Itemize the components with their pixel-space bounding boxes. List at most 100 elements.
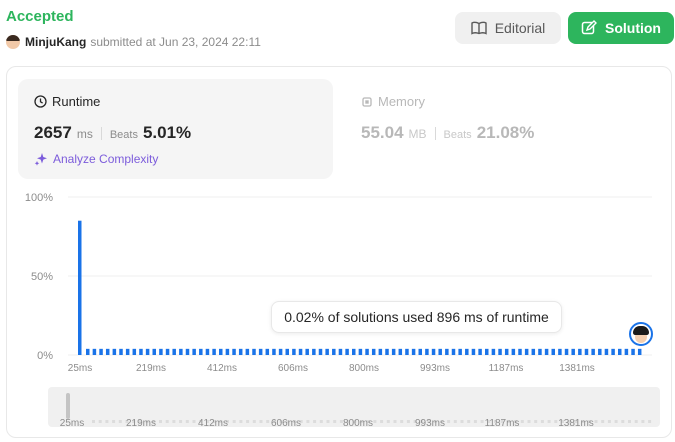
submission-status: Accepted <box>6 8 74 25</box>
navigator-mini-bar <box>480 420 484 423</box>
navigator-mini-bar <box>92 420 95 423</box>
navigator-label: 1187ms <box>485 418 520 429</box>
bar <box>192 348 196 355</box>
bar <box>531 348 536 355</box>
editorial-label: Editorial <box>494 20 546 36</box>
solution-label: Solution <box>605 20 661 36</box>
username-link[interactable]: MinjuKang <box>25 35 86 49</box>
bar <box>252 348 256 355</box>
bar <box>86 348 90 355</box>
bar <box>637 348 642 355</box>
x-tick-label: 993ms <box>420 363 450 374</box>
memory-title-text: Memory <box>378 94 425 109</box>
navigator-mini-bar <box>621 420 625 423</box>
bar <box>398 348 403 355</box>
navigator-mini-bar <box>648 420 652 423</box>
navigator-mini-bar <box>326 420 330 423</box>
bar <box>238 348 243 355</box>
sparkle-icon <box>34 153 47 166</box>
bar <box>338 348 343 355</box>
bar <box>418 348 422 355</box>
bar <box>385 348 389 355</box>
bar <box>538 348 542 355</box>
bar <box>524 348 529 355</box>
navigator-label: 606ms <box>271 418 301 429</box>
memory-tab[interactable]: Memory <box>361 94 425 109</box>
bar <box>305 348 309 355</box>
navigator-handle[interactable] <box>66 393 70 419</box>
bar <box>145 348 150 355</box>
navigator-mini-bar <box>453 420 457 423</box>
analyze-complexity-link[interactable]: Analyze Complexity <box>34 152 158 166</box>
edit-icon <box>581 20 597 35</box>
navigator-mini-bar <box>554 420 558 423</box>
bar <box>92 348 97 355</box>
bar <box>571 348 575 355</box>
navigator-label: 1381ms <box>558 418 594 429</box>
editorial-button[interactable]: Editorial <box>455 12 561 44</box>
navigator-mini-bar <box>373 420 377 423</box>
bar <box>258 348 263 355</box>
bar <box>159 348 163 355</box>
bar <box>312 348 316 355</box>
memory-metric: 55.04 MB Beats 21.08% <box>361 123 534 143</box>
runtime-distribution-chart[interactable]: 100% 50% 0% 25ms 219ms 412ms 606ms 800ms 993ms 11… <box>0 185 675 385</box>
bar <box>591 348 595 355</box>
bar <box>358 348 363 355</box>
navigator-mini-bar <box>185 420 189 423</box>
bar <box>391 348 396 355</box>
x-tick-label: 1381ms <box>559 363 595 374</box>
runtime-card[interactable]: Runtime 2657 ms Beats 5.01% Analyze Comp… <box>18 79 333 179</box>
bar <box>125 348 130 355</box>
bar <box>332 348 336 355</box>
navigator-mini-bar <box>406 420 410 423</box>
y-tick-label: 50% <box>31 271 53 283</box>
navigator-mini-bar <box>192 420 196 423</box>
marker-hair <box>633 326 649 335</box>
bar <box>205 348 210 355</box>
y-tick-label: 100% <box>25 192 53 204</box>
bar <box>272 348 276 355</box>
navigator-mini-bar <box>473 420 477 423</box>
navigator-mini-bar <box>380 420 384 423</box>
bar <box>478 348 482 355</box>
navigator-mini-bar <box>172 420 176 423</box>
bar <box>345 348 349 355</box>
bar <box>485 348 489 355</box>
bar <box>598 348 602 355</box>
bar <box>78 220 82 355</box>
bar <box>219 348 223 355</box>
bar <box>584 348 589 355</box>
navigator-mini-bar <box>534 420 538 423</box>
bar <box>105 348 110 355</box>
navigator-mini-bar <box>641 420 645 423</box>
submitted-time: submitted at Jun 23, 2024 22:11 <box>90 35 261 49</box>
x-tick-label: 606ms <box>278 363 308 374</box>
x-tick-label: 412ms <box>207 363 237 374</box>
navigator-mini-bar <box>105 420 109 423</box>
navigator-label: 993ms <box>415 418 445 429</box>
navigator-label: 219ms <box>126 418 156 429</box>
bar <box>465 348 469 355</box>
bar <box>618 348 622 355</box>
navigator-mini-bar <box>634 420 638 423</box>
analyze-complexity-label: Analyze Complexity <box>53 152 159 166</box>
runtime-unit: ms <box>76 127 93 141</box>
navigator-mini-bar <box>527 420 531 423</box>
navigator-mini-bar <box>594 420 598 423</box>
navigator-mini-bar <box>607 420 611 423</box>
navigator-mini-bar <box>520 420 524 423</box>
bar <box>232 348 236 355</box>
navigator-mini-bar <box>179 420 183 423</box>
x-tick-label: 25ms <box>68 363 92 374</box>
memory-chip-icon <box>362 96 372 107</box>
user-position-marker[interactable] <box>629 322 653 346</box>
solution-button[interactable]: Solution <box>568 12 674 44</box>
bar <box>624 348 629 355</box>
memory-beats-label: Beats <box>443 129 472 141</box>
metric-divider <box>100 126 102 140</box>
user-avatar[interactable] <box>6 35 20 49</box>
navigator-label: 412ms <box>198 418 228 429</box>
bar <box>511 348 516 355</box>
bar <box>172 348 176 355</box>
